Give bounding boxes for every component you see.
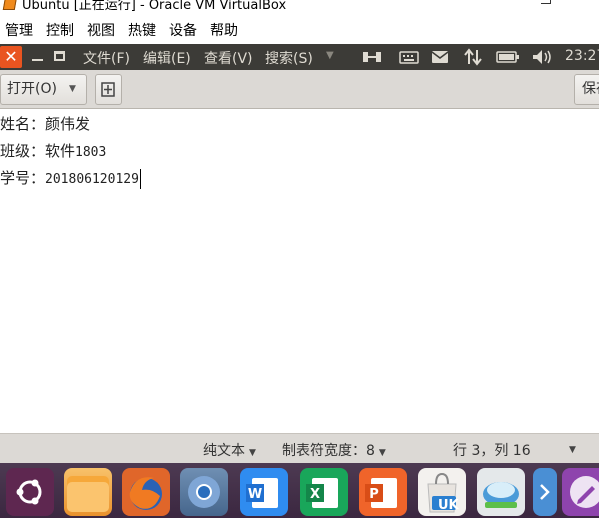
ubuntu-top-panel: ✕ 文件(F) 编辑(E) 查看(V) 搜索(S) ▼ 23:2 <box>0 44 599 70</box>
tab-width-label: 制表符宽度：8 <box>282 443 375 459</box>
battery-icon[interactable] <box>496 47 520 67</box>
language-selector[interactable]: 纯文本 ▼ <box>203 440 256 460</box>
cursor-position: 行 3，列 16 <box>453 443 531 459</box>
line-key: 班级： <box>0 142 46 160</box>
disc-drive-icon <box>483 482 519 508</box>
open-button[interactable]: 打开(O) ▼ <box>0 74 87 105</box>
host-menu-view[interactable]: 视图 <box>87 20 115 40</box>
firefox-icon[interactable] <box>122 468 170 516</box>
folder-icon <box>67 476 109 512</box>
new-document-button[interactable] <box>95 74 122 105</box>
text-line: 学号：201806120129 <box>0 165 141 191</box>
svg-text:X: X <box>310 487 320 502</box>
vbox-guest-additions-icon[interactable] <box>477 468 525 516</box>
chromium-icon[interactable] <box>180 468 228 516</box>
chevron-down-icon: ▼ <box>378 448 386 458</box>
save-button[interactable]: 保存 <box>574 74 599 105</box>
chevron-right-icon <box>540 484 550 500</box>
text-editor-area[interactable]: 姓名：颜伟发 班级：软件1803 学号：201806120129 <box>0 109 599 433</box>
host-menu-control[interactable]: 控制 <box>46 20 74 40</box>
new-document-icon <box>101 82 115 97</box>
line-value: 1803 <box>75 145 107 160</box>
text-line: 姓名：颜伟发 <box>0 111 90 137</box>
host-close-icon[interactable] <box>541 0 551 4</box>
host-menu-devices[interactable]: 设备 <box>169 20 197 40</box>
insert-mode-selector[interactable]: ▼ <box>565 440 576 456</box>
text-editor-launcher-icon[interactable] <box>562 468 599 516</box>
word-document-icon: W <box>246 478 278 508</box>
host-window-title-bar: Ubuntu [正在运行] - Oracle VM VirtualBox <box>0 0 599 16</box>
menu-edit[interactable]: 编辑(E) <box>143 48 191 68</box>
line-value: 201806120129 <box>45 172 139 187</box>
text-line: 班级：软件1803 <box>0 138 106 164</box>
firefox-logo-icon <box>129 477 162 510</box>
ubuntu-logo-icon <box>16 479 42 505</box>
status-bar: 纯文本 ▼ 制表符宽度：8 ▼ 行 3，列 16 ▼ <box>0 433 599 463</box>
files-icon[interactable] <box>64 468 112 516</box>
chevron-down-icon: ▼ <box>249 448 256 458</box>
open-button-label: 打开(O) <box>7 81 57 97</box>
host-menu-bar: 管理 控制 视图 热键 设备 帮助 <box>0 16 599 44</box>
window-maximize-button[interactable] <box>54 51 65 61</box>
line-value: 颜伟发 <box>45 115 91 133</box>
host-menu-help[interactable]: 帮助 <box>210 20 238 40</box>
spreadsheet-icon: X <box>306 478 338 508</box>
line-key: 学号： <box>0 169 46 187</box>
chromium-logo-icon <box>188 476 220 508</box>
virtualbox-icon <box>2 0 18 10</box>
chevron-down-icon: ▼ <box>69 84 76 94</box>
menu-file[interactable]: 文件(F) <box>83 48 130 68</box>
wps-writer-icon[interactable]: W <box>240 468 288 516</box>
pencil-icon <box>570 476 599 508</box>
editor-toolbar: 打开(O) ▼ 保存 <box>0 70 599 109</box>
mail-icon[interactable] <box>430 47 450 67</box>
host-window-title: Ubuntu [正在运行] - Oracle VM VirtualBox <box>22 0 287 13</box>
more-icon[interactable] <box>533 468 557 516</box>
network-updown-icon[interactable] <box>463 47 483 67</box>
language-label: 纯文本 <box>203 443 245 459</box>
svg-text:W: W <box>248 487 262 502</box>
wps-spreadsheets-icon[interactable]: X <box>300 468 348 516</box>
svg-text:P: P <box>369 487 379 502</box>
wps-presentation-icon[interactable]: P <box>359 468 407 516</box>
screen: Ubuntu [正在运行] - Oracle VM VirtualBox 管理 … <box>0 0 599 518</box>
window-close-button[interactable]: ✕ <box>0 46 22 68</box>
ubuntu-dash-icon[interactable] <box>6 468 54 516</box>
presentation-icon: P <box>365 478 397 508</box>
tab-width-selector[interactable]: 制表符宽度：8 ▼ <box>282 440 386 460</box>
software-badge: UK <box>438 498 459 513</box>
menu-overflow-icon[interactable]: ▼ <box>326 50 334 61</box>
chevron-down-icon: ▼ <box>569 445 576 455</box>
ubuntu-software-icon[interactable]: UK <box>418 468 466 516</box>
menu-search[interactable]: 搜索(S) <box>265 48 313 68</box>
host-menu-hotkeys[interactable]: 热键 <box>128 20 156 40</box>
host-menu-manage[interactable]: 管理 <box>5 20 33 40</box>
menu-view[interactable]: 查看(V) <box>204 48 253 68</box>
keyboard-icon[interactable] <box>399 47 419 67</box>
line-value-cjk: 软件 <box>45 142 76 160</box>
text-cursor <box>139 168 141 189</box>
launcher-dock: W X P UK <box>0 463 599 518</box>
panel-clock[interactable]: 23:27 <box>565 48 599 64</box>
window-minimize-button[interactable] <box>32 59 43 61</box>
network-switch-icon[interactable] <box>361 47 383 67</box>
line-key: 姓名： <box>0 115 46 133</box>
volume-icon[interactable] <box>531 47 553 67</box>
